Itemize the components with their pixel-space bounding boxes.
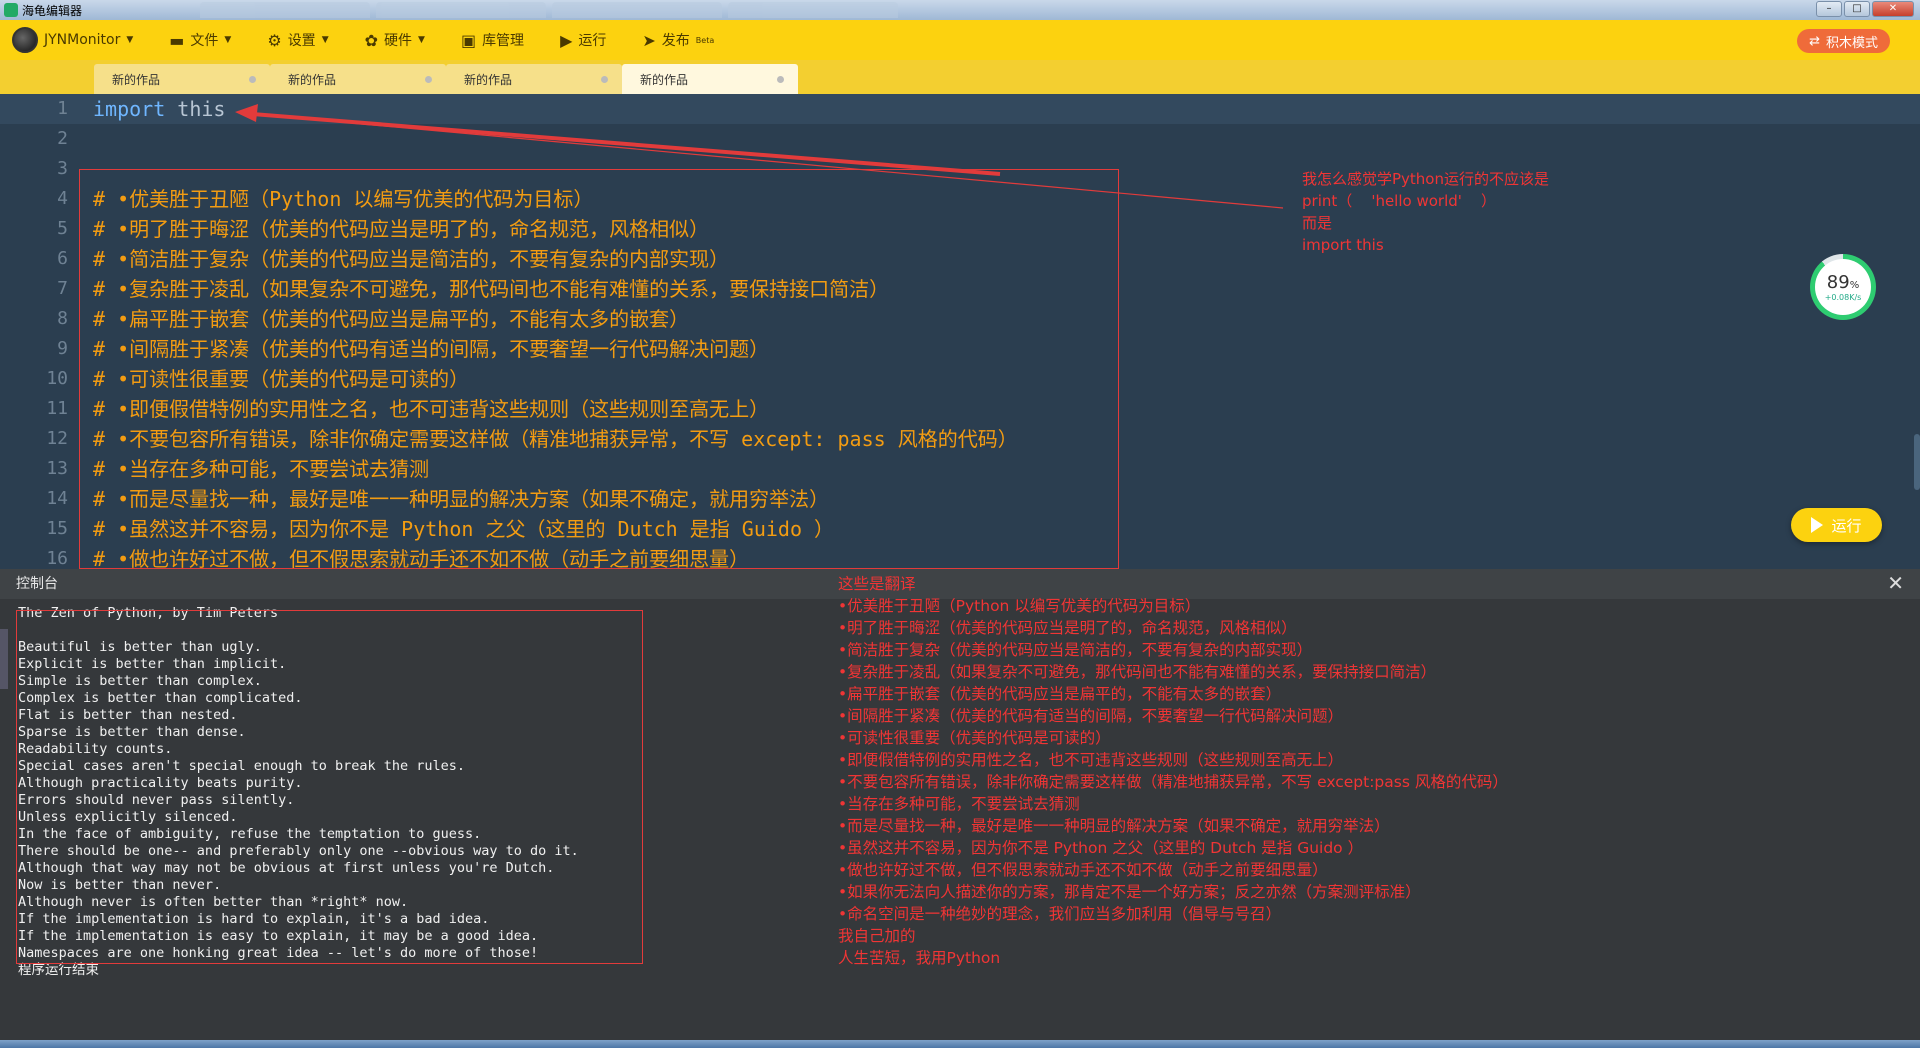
block-mode-label: 积木模式 — [1825, 35, 1878, 51]
folder-icon: ▬ — [169, 30, 185, 50]
hardware-menu-label: 硬件 — [384, 33, 413, 49]
window-controls: – □ ✕ — [1816, 1, 1914, 17]
console-resize-handle[interactable] — [0, 629, 8, 689]
avatar — [12, 27, 38, 53]
user-name: JYNMonitor — [44, 32, 121, 48]
os-taskbar — [0, 1040, 1920, 1048]
chevron-down-icon: ▼ — [418, 35, 425, 45]
file-tab-label: 新的作品 — [464, 72, 513, 87]
translation-annotation: 这些是翻译 •优美胜于丑陋（Python 以编写优美的代码为目标） •明了胜于晦… — [838, 575, 1508, 967]
turtle-icon: ✿ — [364, 30, 379, 50]
console-panel: 控制台 ✕ The Zen of Python, by Tim Peters B… — [0, 569, 1920, 1040]
background-tab — [728, 2, 898, 18]
maximize-button[interactable]: □ — [1844, 1, 1870, 17]
main-toolbar: JYNMonitor ▼ ▬ 文件 ▼ ⚙ 设置 ▼ ✿ 硬件 ▼ ▣ 库管理 … — [0, 20, 1920, 60]
tab-close-dot-icon[interactable] — [601, 76, 608, 83]
chevron-down-icon: ▼ — [321, 35, 329, 45]
title-bar: 海龟编辑器 – □ ✕ — [0, 0, 1920, 20]
speed-readout: +0.08K/s — [1824, 293, 1862, 302]
file-tab-label: 新的作品 — [288, 72, 337, 87]
play-icon — [1811, 517, 1824, 533]
settings-menu-label: 设置 — [287, 33, 316, 49]
run-float-label: 运行 — [1831, 516, 1862, 535]
close-window-button[interactable]: ✕ — [1872, 1, 1914, 17]
run-label: 运行 — [578, 33, 607, 49]
file-tab-label: 新的作品 — [640, 72, 689, 87]
app-icon — [4, 3, 18, 17]
publish-label: 发布 — [661, 33, 690, 49]
user-menu[interactable]: JYNMonitor ▼ — [0, 20, 151, 60]
run-button[interactable]: ▶ 运行 — [542, 20, 624, 60]
tab-close-dot-icon[interactable] — [777, 76, 784, 83]
console-annotation-box — [16, 610, 643, 964]
file-tab[interactable]: 新的作品 — [270, 64, 446, 94]
window-title: 海龟编辑器 — [22, 3, 83, 18]
publish-button[interactable]: ➤ 发布 Beta — [624, 20, 732, 60]
paper-plane-icon: ➤ — [642, 30, 656, 50]
beta-badge: Beta — [695, 35, 715, 45]
background-tabs — [200, 2, 898, 18]
arrow-head-icon — [235, 104, 258, 122]
background-tab — [552, 2, 722, 18]
file-tab-label: 新的作品 — [112, 72, 161, 87]
run-float-button[interactable]: 运行 — [1791, 508, 1882, 542]
file-tab-bar: 新的作品 新的作品 新的作品 新的作品 — [0, 60, 1920, 94]
file-tab[interactable]: 新的作品 — [446, 64, 622, 94]
file-menu[interactable]: ▬ 文件 ▼ — [151, 20, 249, 60]
annotation-text: 我怎么感觉学Python运行的不应该是 print（ 'hello world'… — [1302, 170, 1549, 254]
console-title: 控制台 — [16, 576, 58, 592]
background-tab — [376, 2, 546, 18]
tab-close-dot-icon[interactable] — [425, 76, 432, 83]
chevron-down-icon: ▼ — [224, 35, 232, 45]
block-icon: ⇄ — [1809, 33, 1820, 49]
background-tab — [200, 2, 370, 18]
tab-close-dot-icon[interactable] — [249, 76, 256, 83]
file-menu-label: 文件 — [190, 33, 219, 49]
gear-icon: ⚙ — [267, 30, 282, 50]
library-label: 库管理 — [482, 33, 525, 49]
annotation-arrow — [251, 112, 1001, 176]
file-tab[interactable]: 新的作品 — [94, 64, 270, 94]
hardware-menu[interactable]: ✿ 硬件 ▼ — [347, 20, 443, 60]
annotation-arrows — [235, 104, 1284, 209]
network-speed-widget[interactable]: 89% +0.08K/s — [1810, 254, 1876, 320]
code-editor[interactable]: 1 import this 2 3 4 # •优美胜于丑陋（Python 以编写… — [0, 94, 1920, 569]
editor-scrollbar[interactable] — [1914, 434, 1920, 490]
settings-menu[interactable]: ⚙ 设置 ▼ — [249, 20, 346, 60]
play-icon: ▶ — [560, 30, 573, 50]
progress-inner: 89% +0.08K/s — [1815, 259, 1871, 315]
progress-unit: % — [1849, 280, 1860, 291]
close-icon[interactable]: ✕ — [1887, 573, 1904, 593]
progress-value: 89% — [1827, 272, 1859, 293]
file-tab-active[interactable]: 新的作品 — [622, 64, 798, 94]
library-icon: ▣ — [460, 30, 477, 50]
progress-percent: 89 — [1826, 272, 1850, 293]
block-mode-button[interactable]: ⇄ 积木模式 — [1797, 29, 1890, 53]
chevron-down-icon: ▼ — [126, 35, 134, 45]
minimize-button[interactable]: – — [1816, 1, 1842, 17]
library-button[interactable]: ▣ 库管理 — [443, 20, 542, 60]
